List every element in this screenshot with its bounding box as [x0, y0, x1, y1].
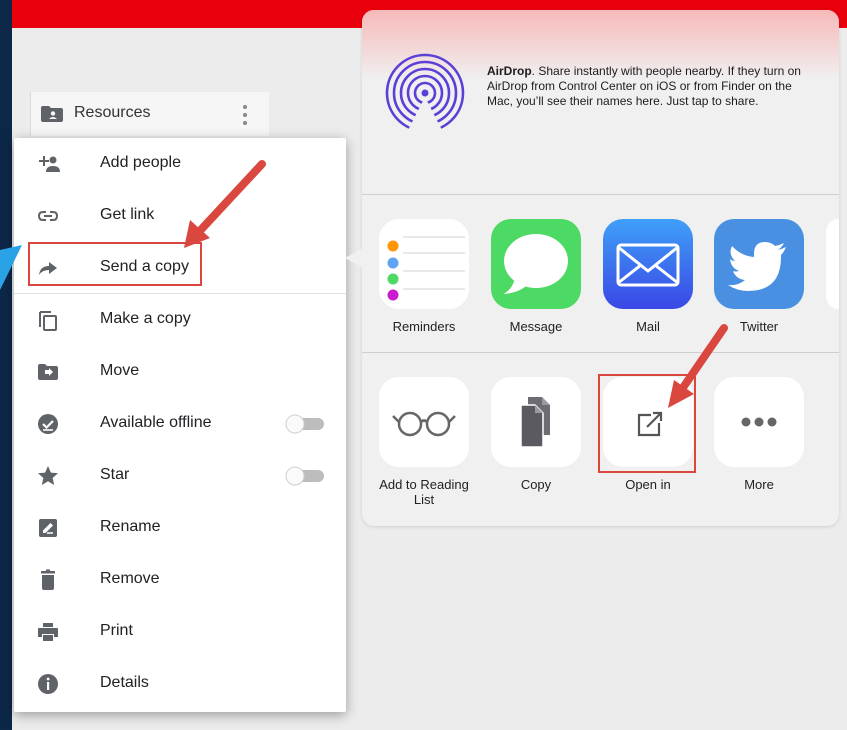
- screenshot: Resources Add people Get link Send a cop…: [0, 0, 847, 730]
- annotation-overlay: [0, 160, 728, 408]
- red-arrow-send-copy: [184, 160, 266, 248]
- left-pointer-arrow-icon: [0, 245, 22, 290]
- red-arrow-open-in: [668, 324, 728, 408]
- popover-pointer: [345, 248, 363, 268]
